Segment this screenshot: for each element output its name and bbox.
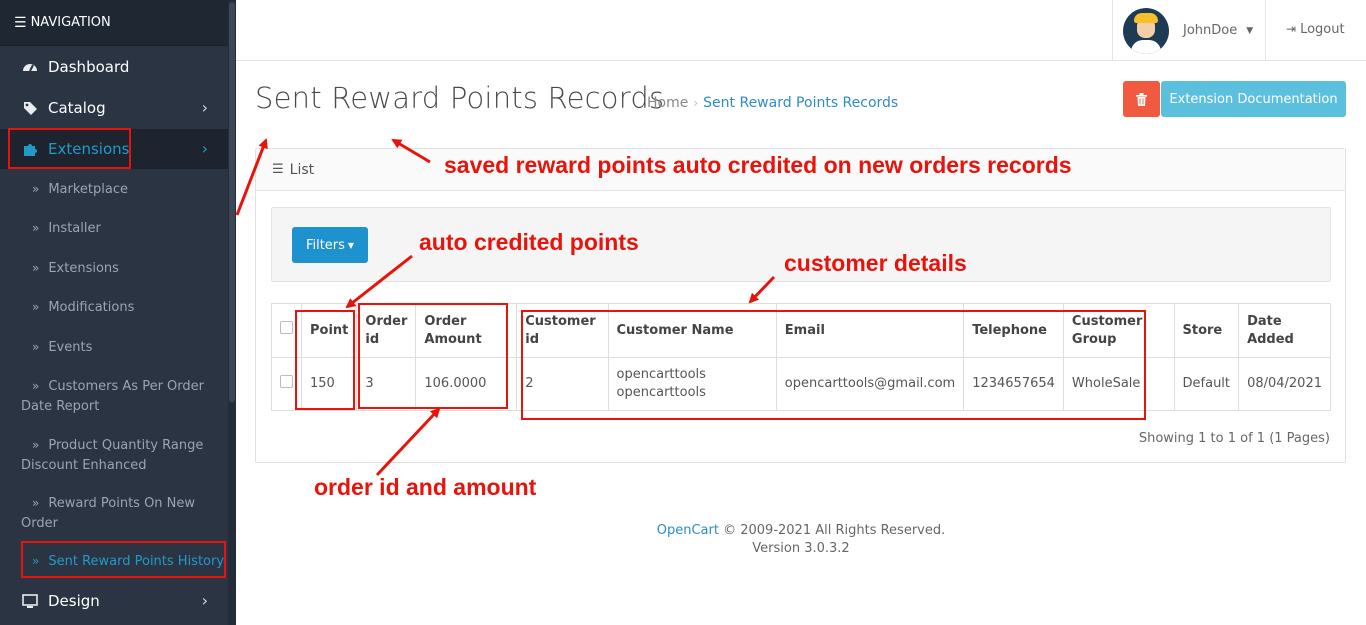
footer: OpenCart © 2009-2021 All Rights Reserved…: [236, 522, 1366, 558]
sign-out-icon: ⇥: [1286, 22, 1297, 36]
menu-bars-icon[interactable]: ☰: [14, 15, 27, 31]
row-checkbox[interactable]: [280, 374, 293, 388]
chevron-right-icon: ›: [201, 139, 208, 158]
sidebar-item-label: Design: [48, 592, 100, 610]
sidebar-item-label: Catalog: [48, 99, 106, 117]
panel-heading-label: List: [289, 161, 315, 178]
sidebar-subitem-label: Marketplace: [48, 182, 129, 197]
double-chevron-icon: »: [32, 221, 40, 235]
sidebar-item-label: Dashboard: [48, 58, 130, 76]
footer-version: Version 3.0.3.2: [752, 541, 850, 556]
sidebar-subitem-label: Customers As Per Order Date Report: [21, 379, 204, 414]
sidebar-scrollbar[interactable]: [228, 0, 236, 625]
sidebar-item-dashboard[interactable]: Dashboard: [0, 47, 228, 87]
sidebar-scrollbar-thumb[interactable]: [229, 2, 235, 402]
breadcrumb-current[interactable]: Sent Reward Points Records: [703, 95, 898, 111]
annotation-customer-details: customer details: [784, 250, 967, 276]
caret-down-icon: ▼: [1246, 25, 1254, 36]
annotation-box-order: [358, 303, 508, 409]
sidebar-subitem-extensions[interactable]: » Extensions: [0, 258, 228, 279]
pagination-summary: Showing 1 to 1 of 1 (1 Pages): [1138, 431, 1330, 446]
logout-label: Logout: [1300, 22, 1345, 37]
sidebar-subitem-label: Modifications: [48, 300, 135, 315]
extension-documentation-button[interactable]: Extension Documentation: [1161, 81, 1346, 117]
list-icon: ☰: [272, 162, 284, 177]
double-chevron-icon: »: [32, 340, 40, 354]
annotation-saved-records: saved reward points auto credited on new…: [444, 152, 1072, 178]
sidebar-subitem-events[interactable]: » Events: [0, 337, 228, 358]
double-chevron-icon: »: [32, 300, 40, 314]
user-menu[interactable]: JohnDoe ▼: [1112, 0, 1266, 61]
cell-date-added: 08/04/2021: [1238, 357, 1331, 411]
double-chevron-icon: »: [32, 182, 40, 196]
breadcrumb-separator-icon: ›: [693, 96, 699, 110]
breadcrumb-home[interactable]: Home: [647, 95, 688, 111]
annotation-box-extensions: [8, 128, 131, 169]
footer-copyright: © 2009-2021 All Rights Reserved.: [718, 523, 946, 538]
trash-icon: [1136, 92, 1147, 106]
sidebar-subitem-label: Product Quantity Range Discount Enhanced: [21, 438, 204, 473]
sidebar-subitem-customers-report[interactable]: » Customers As Per Order Date Report: [0, 376, 210, 417]
sidebar-subitem-installer[interactable]: » Installer: [0, 218, 228, 239]
filters-button-label: Filters: [305, 237, 345, 253]
chevron-right-icon: ›: [201, 98, 208, 117]
dashboard-icon: [20, 60, 40, 74]
tag-icon: [20, 101, 40, 116]
breadcrumb: Home › Sent Reward Points Records: [647, 95, 898, 111]
chevron-right-icon: ›: [201, 591, 208, 610]
annotation-box-sent-history: [21, 541, 226, 578]
sidebar-subitem-label: Events: [48, 340, 93, 355]
cell-store: Default: [1173, 357, 1240, 411]
sidebar-subitem-reward-points[interactable]: » Reward Points On New Order: [0, 493, 210, 534]
column-header-date-added[interactable]: Date Added: [1238, 303, 1331, 358]
sidebar: ☰ NAVIGATION Dashboard Catalog › Extensi…: [0, 0, 236, 625]
footer-copyright-line: OpenCart © 2009-2021 All Rights Reserved…: [236, 522, 1366, 540]
annotation-auto-points: auto credited points: [419, 229, 639, 255]
sidebar-subitem-label: Extensions: [48, 261, 119, 276]
filters-button[interactable]: Filters ▼: [292, 227, 368, 263]
sidebar-item-catalog[interactable]: Catalog ›: [0, 88, 228, 128]
double-chevron-icon: »: [32, 379, 40, 393]
top-header: JohnDoe ▼ ⇥ Logout: [236, 0, 1366, 61]
user-name: JohnDoe: [1183, 23, 1238, 38]
delete-button[interactable]: [1123, 81, 1160, 117]
monitor-icon: [20, 593, 40, 609]
sidebar-subitem-quantity-discount[interactable]: » Product Quantity Range Discount Enhance…: [0, 435, 210, 476]
sidebar-subitem-marketplace[interactable]: » Marketplace: [0, 179, 228, 200]
avatar: [1123, 7, 1169, 54]
double-chevron-icon: »: [32, 261, 40, 275]
sidebar-header-label: NAVIGATION: [30, 15, 111, 30]
sidebar-item-design[interactable]: Design ›: [0, 581, 228, 621]
caret-down-icon: ▼: [347, 240, 355, 250]
sidebar-subitem-label: Reward Points On New Order: [21, 496, 196, 531]
select-all-checkbox[interactable]: [280, 321, 293, 334]
annotation-order-id-amount: order id and amount: [314, 474, 537, 500]
annotation-box-customer: [521, 310, 1146, 420]
sidebar-subitem-label: Installer: [48, 221, 101, 236]
sidebar-subitem-modifications[interactable]: » Modifications: [0, 297, 228, 318]
annotation-box-point: [295, 310, 355, 410]
page-title: Sent Reward Points Records: [255, 81, 665, 115]
opencart-link[interactable]: OpenCart: [657, 523, 719, 538]
sidebar-nav-header[interactable]: ☰ NAVIGATION: [0, 0, 236, 46]
double-chevron-icon: »: [32, 438, 40, 452]
column-header-store[interactable]: Store: [1173, 303, 1240, 358]
double-chevron-icon: »: [32, 496, 40, 510]
logout-link[interactable]: ⇥ Logout: [1286, 22, 1345, 37]
